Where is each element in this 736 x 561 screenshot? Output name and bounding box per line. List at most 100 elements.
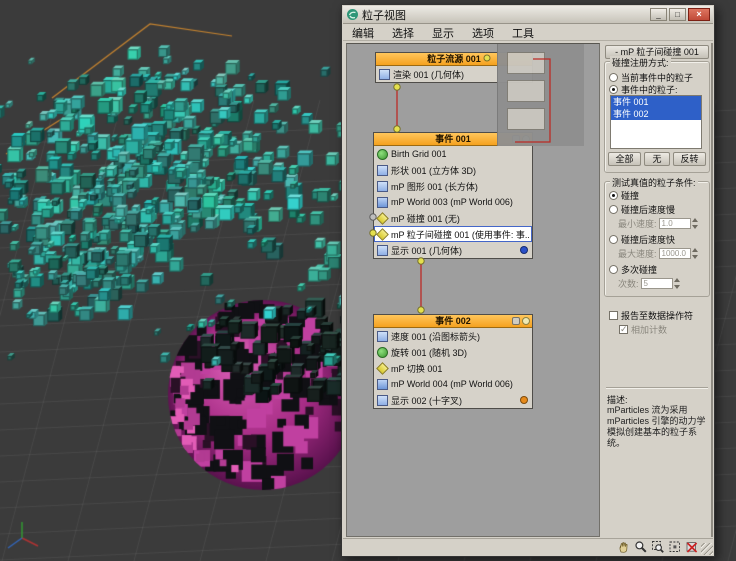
field-label: 最小速度: [618,219,657,229]
display-color-dot[interactable] [520,246,528,254]
radio-icon[interactable] [609,204,618,214]
maximize-icon[interactable]: □ [669,8,686,21]
zoom-tool-icon[interactable] [634,540,648,554]
radio-icon-selected[interactable] [609,84,618,94]
menubar: 编辑 选择 显示 选项 工具 [343,25,713,41]
radio-label: 碰撞 [621,190,640,201]
min-speed-input[interactable]: 1.0 [658,218,691,229]
select-none-button[interactable]: 无 [644,152,670,166]
operator-label: 速度 001 (沿图标箭头) [391,331,481,342]
event-options-icon[interactable] [512,317,520,325]
list-item[interactable]: 事件 002 [611,108,701,120]
min-speed-field: 最小速度: 1.0 [618,217,701,230]
spinner-control[interactable] [691,248,701,259]
operator-label: mP World 004 (mP World 006) [391,379,513,389]
depot-slot[interactable] [507,108,545,130]
radio-label: 多次碰撞 [621,264,658,275]
operator-row[interactable]: mP 切换 001 [374,360,532,376]
accumulate-count-checkbox[interactable]: 相加计数 [619,323,667,335]
operator-row[interactable]: 显示 002 (十字叉) [374,392,532,408]
operator-label: mP 切换 001 [391,363,443,374]
max-speed-input[interactable]: 1000.0 [658,248,691,259]
panel-scrollbar[interactable] [711,43,713,537]
operator-row[interactable]: 显示 001 (几何体) [374,242,532,258]
event-002-header[interactable]: 事件 002 [374,315,532,328]
event-001-node[interactable]: 事件 001 Birth Grid 001 形状 001 (立方体 3D) mP… [373,132,533,259]
particle-view-window: 粒子视图 _ □ × 编辑 选择 显示 选项 工具 粒子流源 001 渲染 00… [341,4,715,557]
zoom-region-tool-icon[interactable] [651,540,665,554]
radio-icon[interactable] [609,234,618,244]
operator-row[interactable]: 旋转 001 (随机 3D) [374,344,532,360]
operator-depot[interactable] [497,44,584,146]
mp-shape-operator-icon [377,180,388,192]
minimize-icon[interactable]: _ [650,8,667,21]
radio-slow-after-collision[interactable]: 碰撞后速度慢 [609,203,675,215]
particle-view-icon [347,9,358,20]
parameter-panel: - mP 粒子间碰撞 001 碰撞注册方式: 当前事件中的粒子 事件中的粒子: … [603,43,713,537]
operator-row[interactable]: mP World 003 (mP World 006) [374,194,532,210]
event-002-node[interactable]: 事件 002 速度 001 (沿图标箭头) 旋转 001 (随机 3D) mP … [373,314,533,409]
render-operator-icon [379,68,390,80]
radio-event-particles[interactable]: 事件中的粒子: [609,83,678,95]
count-input[interactable]: 5 [640,278,673,289]
operator-row[interactable]: mP World 004 (mP World 006) [374,376,532,392]
max-speed-field: 最大速度: 1000.0 [618,247,701,260]
depot-slot[interactable] [507,52,545,74]
input-connector[interactable] [417,306,425,314]
checkbox-label: 报告至数据操作符 [621,310,694,321]
checkbox-icon[interactable] [609,310,618,320]
menu-tools[interactable]: 工具 [503,25,543,41]
menu-display[interactable]: 显示 [423,25,463,41]
menu-options[interactable]: 选项 [463,25,503,41]
radio-icon[interactable] [609,264,618,274]
resize-grip[interactable] [701,543,713,555]
mp-world-operator-icon [377,196,388,208]
radio-icon-selected[interactable] [609,190,618,200]
checkbox-icon-checked[interactable] [619,324,628,335]
menu-select[interactable]: 选择 [383,25,423,41]
radio-icon[interactable] [609,72,618,82]
register-group-title: 碰撞注册方式: [610,56,671,69]
zoom-extents-tool-icon[interactable] [668,540,682,554]
event-canvas[interactable]: 粒子流源 001 渲染 001 (几何体) 事件 001 Birth Grid … [346,43,600,537]
operator-label: mP 图形 001 (长方体) [391,181,478,192]
pan-tool-icon[interactable] [617,540,631,554]
mp-world-operator-icon [377,378,388,390]
operator-label: 渲染 001 (几何体) [393,69,465,80]
operator-label: 形状 001 (立方体 3D) [391,165,477,176]
divider [606,387,708,389]
field-label: 最大速度: [618,249,657,259]
checkbox-label: 相加计数 [631,324,668,335]
operator-row-selected[interactable]: mP 粒子间碰撞 001 (使用事件: 事... [374,226,532,242]
report-to-data-operator-checkbox[interactable]: 报告至数据操作符 [609,309,693,321]
display-operator-icon [377,394,388,406]
operator-row[interactable]: 速度 001 (沿图标箭头) [374,328,532,344]
operator-label: mP World 003 (mP World 006) [391,197,513,207]
titlebar[interactable]: 粒子视图 _ □ × [343,6,713,24]
close-icon[interactable]: × [688,8,710,21]
display-color-dot[interactable] [520,396,528,404]
operator-row[interactable]: Birth Grid 001 [374,146,532,162]
operator-row[interactable]: 形状 001 (立方体 3D) [374,162,532,178]
radio-multiple-collisions[interactable]: 多次碰撞 [609,263,657,275]
menu-edit[interactable]: 编辑 [343,25,383,41]
radio-current-event-particles[interactable]: 当前事件中的粒子 [609,71,693,83]
event-001-title: 事件 001 [435,134,471,144]
spinner-control[interactable] [673,278,683,289]
operator-row[interactable]: mP 碰撞 001 (无) [374,210,532,226]
zoom-selected-tool-icon[interactable] [685,540,699,554]
select-all-button[interactable]: 全部 [608,152,641,166]
event-list[interactable]: 事件 001 事件 002 [610,95,702,149]
event-enable-icon[interactable] [522,317,530,325]
invert-button[interactable]: 反转 [673,152,706,166]
radio-collision[interactable]: 碰撞 [609,189,639,201]
output-connector[interactable] [393,83,401,91]
operator-row[interactable]: mP 图形 001 (长方体) [374,178,532,194]
description-text: mParticles 流为采用 mParticles 引擎的动力学模拟创建基本的… [607,405,706,448]
depot-slot[interactable] [507,80,545,102]
event-002-title: 事件 002 [435,316,471,326]
count-field: 次数: 5 [618,277,683,290]
list-item[interactable]: 事件 001 [611,96,701,108]
spinner-control[interactable] [691,218,701,229]
radio-fast-after-collision[interactable]: 碰撞后速度快 [609,233,675,245]
